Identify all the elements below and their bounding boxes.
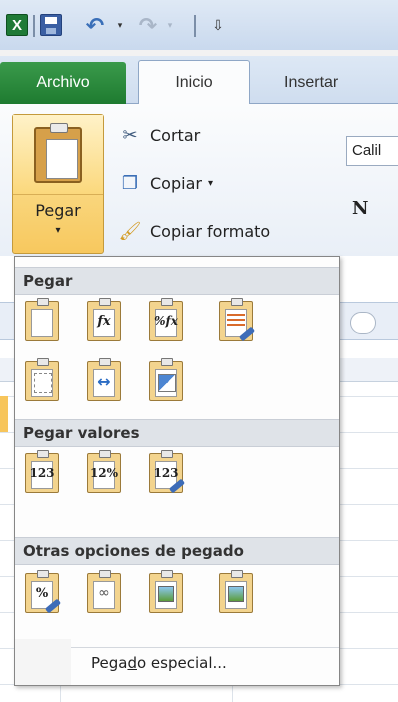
paste-linked-picture-icon[interactable] bbox=[219, 570, 253, 613]
paste-keep-source-format-icon[interactable] bbox=[219, 298, 253, 341]
copy-icon: ❐ bbox=[121, 172, 139, 194]
paste-picture-icon[interactable] bbox=[149, 570, 183, 613]
redo-icon[interactable]: ↷ bbox=[136, 14, 160, 39]
paste-values-row: 123 12% 123 bbox=[15, 450, 339, 505]
clipboard-icon bbox=[34, 122, 82, 183]
paste-special-label-b: o especial... bbox=[136, 654, 227, 672]
paste-values-number-format-icon[interactable]: 12% bbox=[87, 450, 121, 493]
paste-icons-row-2: ↔ bbox=[15, 358, 339, 413]
paste-formatting-icon[interactable]: % bbox=[25, 570, 59, 613]
divider bbox=[194, 15, 196, 37]
section-header-pegar-valores: Pegar valores bbox=[15, 419, 339, 447]
paste-link-icon[interactable]: ∞ bbox=[87, 570, 121, 613]
paste-formulas-icon[interactable]: fx bbox=[87, 298, 121, 341]
paste-icons-row-1: fx %fx bbox=[15, 298, 339, 353]
scissors-icon: ✂ bbox=[122, 124, 138, 146]
copy-dropdown-icon[interactable]: ▾ bbox=[208, 178, 213, 189]
cut-label: Cortar bbox=[150, 125, 201, 145]
paste-main[interactable] bbox=[13, 115, 103, 195]
paste-plain-icon[interactable] bbox=[25, 298, 59, 341]
formula-expand-icon[interactable] bbox=[350, 312, 376, 334]
paste-special-item[interactable]: Pegado especial... bbox=[71, 647, 339, 677]
customize-toolbar-icon[interactable]: ⇩ bbox=[210, 14, 226, 38]
format-painter-icon: 🖌 bbox=[118, 220, 142, 242]
paste-special-accelerator: d bbox=[127, 654, 137, 672]
ribbon-tabs: Archivo Inicio Insertar bbox=[0, 56, 398, 105]
copy-label: Copiar bbox=[150, 173, 202, 193]
undo-icon[interactable]: ↶ bbox=[82, 14, 108, 39]
paste-values-icon[interactable]: 123 bbox=[25, 450, 59, 493]
paste-dropdown-icon[interactable]: ▾ bbox=[13, 225, 103, 236]
redo-dropdown-icon[interactable]: ▾ bbox=[164, 14, 176, 38]
paste-transpose-icon[interactable] bbox=[149, 358, 183, 401]
cut-button[interactable]: ✂ Cortar bbox=[116, 120, 200, 150]
section-header-pegar: Pegar bbox=[15, 267, 339, 295]
paste-formulas-number-format-icon[interactable]: %fx bbox=[149, 298, 183, 341]
save-icon[interactable] bbox=[40, 14, 62, 36]
ribbon-home: Pegar ▾ ✂ Cortar ❐ Copiar ▾ 🖌 Copiar for… bbox=[0, 104, 398, 256]
tab-insertar[interactable]: Insertar bbox=[266, 62, 398, 104]
tab-archivo[interactable]: Archivo bbox=[0, 62, 126, 104]
excel-logo-icon[interactable]: X bbox=[6, 14, 28, 36]
undo-dropdown-icon[interactable]: ▾ bbox=[114, 14, 126, 38]
bold-button[interactable]: N bbox=[352, 198, 368, 219]
menu-gutter bbox=[15, 639, 71, 685]
title-bar: X ↶ ▾ ↷ ▾ ⇩ bbox=[0, 0, 398, 50]
active-row-indicator bbox=[0, 396, 8, 432]
paste-options-menu: Pegar fx %fx ↔ Pegar valores 123 12% 123… bbox=[14, 256, 340, 686]
paste-values-source-format-icon[interactable]: 123 bbox=[149, 450, 183, 493]
paste-label[interactable]: Pegar bbox=[13, 201, 103, 220]
format-painter-button[interactable]: 🖌 Copiar formato bbox=[116, 216, 271, 246]
section-header-otras-opciones: Otras opciones de pegado bbox=[15, 537, 339, 565]
paste-special-label-a: Pega bbox=[91, 654, 128, 672]
copy-button[interactable]: ❐ Copiar ▾ bbox=[116, 168, 213, 198]
paste-button[interactable]: Pegar ▾ bbox=[12, 114, 104, 254]
font-name-box[interactable]: Calil bbox=[346, 136, 398, 166]
divider bbox=[33, 15, 35, 37]
paste-no-borders-icon[interactable] bbox=[25, 358, 59, 401]
tab-inicio[interactable]: Inicio bbox=[138, 60, 250, 105]
paste-other-row: % ∞ bbox=[15, 570, 339, 625]
paste-keep-column-widths-icon[interactable]: ↔ bbox=[87, 358, 121, 401]
format-painter-label: Copiar formato bbox=[150, 221, 271, 241]
